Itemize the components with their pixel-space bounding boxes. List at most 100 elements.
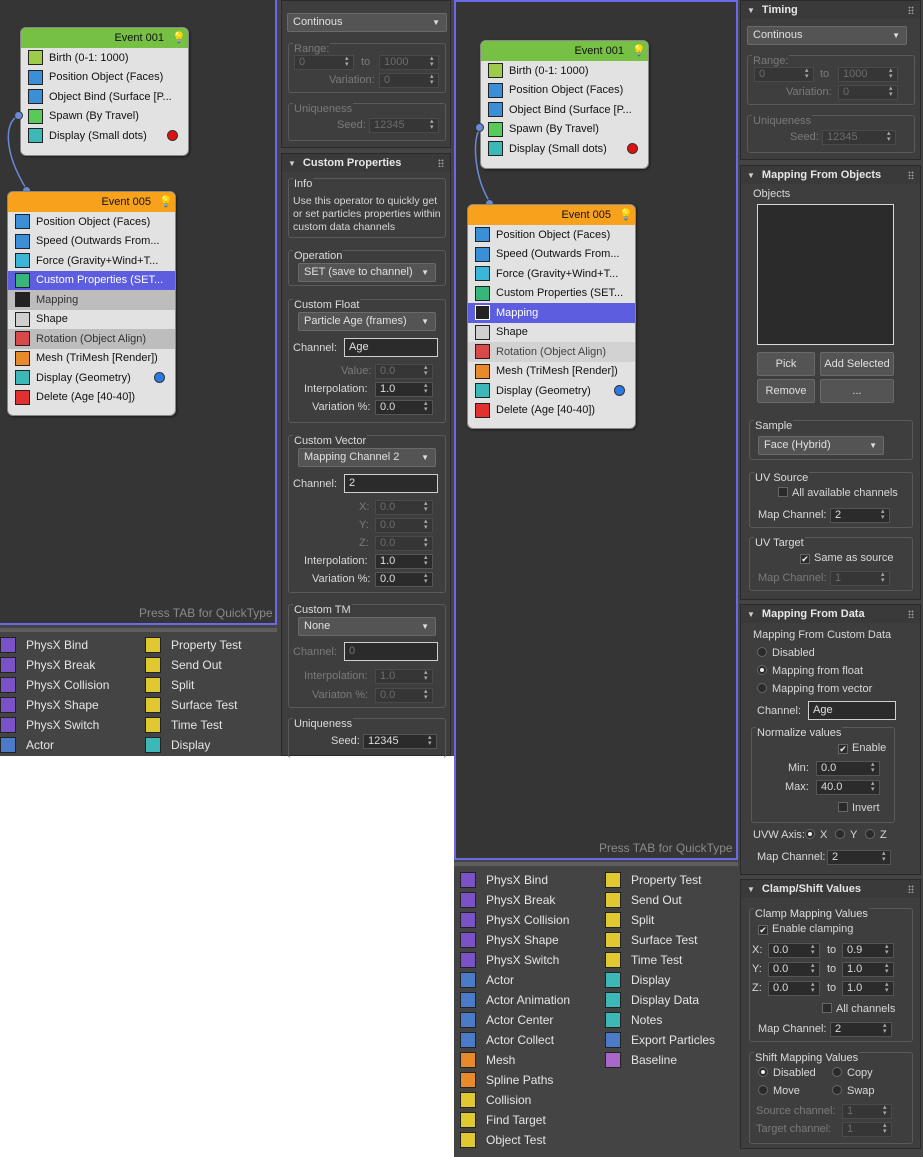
depot-item[interactable]: Notes xyxy=(605,1010,662,1030)
all-channels-clamp-checkbox[interactable]: All channels xyxy=(822,1003,895,1015)
depot-item[interactable]: Display xyxy=(145,735,210,755)
clamp-shift-header[interactable]: ▼ Clamp/Shift Values xyxy=(741,880,920,898)
operator-object-bind[interactable]: Object Bind (Surface [P... xyxy=(481,100,648,120)
radio-mapping-from-float[interactable]: Mapping from float xyxy=(757,665,863,677)
lightbulb-icon[interactable]: 💡 xyxy=(632,45,646,57)
mapping-from-objects-header[interactable]: ▼ Mapping From Objects xyxy=(741,166,920,184)
source-channel-spinner[interactable]: 1 xyxy=(842,1104,892,1119)
operator-position-object[interactable]: Position Object (Faces) xyxy=(481,81,648,101)
depot-item[interactable]: Actor xyxy=(0,735,54,755)
custom-properties-header[interactable]: ▼ Custom Properties xyxy=(282,154,450,172)
vector-y-spinner[interactable]: 0.0 xyxy=(375,518,433,533)
clamp-z-min-spinner[interactable]: 0.0 xyxy=(768,981,820,996)
vector-interpolation-spinner[interactable]: 1.0 xyxy=(375,554,433,569)
depot-item[interactable]: Actor Collect xyxy=(460,1030,554,1050)
add-selected-button[interactable]: Add Selected xyxy=(820,352,894,376)
float-value-spinner[interactable]: 0.0 xyxy=(375,364,433,379)
operator-mesh[interactable]: Mesh (TriMesh [Render]) xyxy=(468,362,635,382)
seed-spinner[interactable]: 12345 xyxy=(822,130,896,145)
depot-item[interactable]: Spline Paths xyxy=(460,1070,553,1090)
operator-force[interactable]: Force (Gravity+Wind+T... xyxy=(8,251,175,271)
sample-dropdown[interactable]: Face (Hybrid) xyxy=(758,436,884,455)
operator-display[interactable]: Display (Geometry) xyxy=(468,381,635,401)
clamp-y-max-spinner[interactable]: 1.0 xyxy=(842,962,894,977)
right-particle-view-canvas[interactable]: Event 001 💡 Birth (0-1: 1000) Position Ob… xyxy=(454,0,738,860)
event-001-node-right[interactable]: Event 001 💡 Birth (0-1: 1000) Position Ob… xyxy=(480,40,649,169)
event-005-node[interactable]: Event 005 💡 Position Object (Faces) Speed… xyxy=(7,191,176,416)
more-button[interactable]: ... xyxy=(820,379,894,403)
uvw-axis-y-radio[interactable]: Y xyxy=(835,829,857,841)
depot-item[interactable]: PhysX Break xyxy=(0,655,95,675)
event-001-output-socket[interactable] xyxy=(475,123,484,132)
event-005-header[interactable]: Event 005 💡 xyxy=(468,205,635,225)
vector-variation-spinner[interactable]: 0.0 xyxy=(375,572,433,587)
depot-item[interactable]: Property Test xyxy=(605,870,701,890)
clamp-x-min-spinner[interactable]: 0.0 xyxy=(768,943,820,958)
display-color-swatch[interactable] xyxy=(154,372,165,383)
tm-channel-field[interactable]: 0 xyxy=(344,642,438,661)
operator-object-bind[interactable]: Object Bind (Surface [P... xyxy=(21,87,188,107)
operation-dropdown[interactable]: SET (save to channel) xyxy=(298,263,436,282)
uvw-axis-z-radio[interactable]: Z xyxy=(865,829,887,841)
operator-display[interactable]: Display (Small dots) xyxy=(481,139,648,159)
operator-position-object[interactable]: Position Object (Faces) xyxy=(8,212,175,232)
depot-item[interactable]: Time Test xyxy=(605,950,682,970)
operator-display[interactable]: Display (Small dots) xyxy=(21,126,188,146)
tm-interpolation-spinner[interactable]: 1.0 xyxy=(375,669,433,684)
clamp-x-max-spinner[interactable]: 0.9 xyxy=(842,943,894,958)
all-channels-checkbox[interactable]: All available channels xyxy=(778,487,898,499)
operator-spawn[interactable]: Spawn (By Travel) xyxy=(481,120,648,140)
lightbulb-icon[interactable]: 💡 xyxy=(159,196,173,208)
depot-item[interactable]: Collision xyxy=(460,1090,531,1110)
event-001-output-socket[interactable] xyxy=(14,111,23,120)
depot-item[interactable]: Actor Animation xyxy=(460,990,570,1010)
timing-dropdown[interactable]: Continous xyxy=(287,13,447,32)
depot-item[interactable]: PhysX Bind xyxy=(460,870,548,890)
custom-vector-dropdown[interactable]: Mapping Channel 2 xyxy=(298,448,436,467)
depot-item[interactable]: Find Target xyxy=(460,1110,546,1130)
operator-custom-properties[interactable]: Custom Properties (SET... xyxy=(8,270,175,290)
depot-item[interactable]: Surface Test xyxy=(145,695,237,715)
event-001-header[interactable]: Event 001 💡 xyxy=(481,41,648,61)
shift-swap-radio[interactable]: Swap xyxy=(832,1085,875,1097)
timing-header[interactable]: ▼ Timing xyxy=(741,1,920,19)
mapping-from-data-header[interactable]: ▼ Mapping From Data xyxy=(741,605,920,623)
depot-item[interactable]: PhysX Shape xyxy=(460,930,559,950)
operator-mapping[interactable]: Mapping xyxy=(468,303,635,323)
uv-source-map-spinner[interactable]: 2 xyxy=(830,508,890,523)
normalize-enable-checkbox[interactable]: ✔ Enable xyxy=(838,742,886,754)
depot-item[interactable]: PhysX Collision xyxy=(0,675,109,695)
operator-speed[interactable]: Speed (Outwards From... xyxy=(8,232,175,252)
range-from-spinner[interactable]: 0 xyxy=(294,55,354,70)
operator-display[interactable]: Display (Geometry) xyxy=(8,368,175,388)
splitter[interactable] xyxy=(0,625,277,634)
range-to-spinner[interactable]: 1000 xyxy=(379,55,439,70)
target-channel-spinner[interactable]: 1 xyxy=(842,1122,892,1137)
clamp-map-channel-spinner[interactable]: 2 xyxy=(830,1022,892,1037)
depot-item[interactable]: PhysX Break xyxy=(460,890,555,910)
float-interpolation-spinner[interactable]: 1.0 xyxy=(375,382,433,397)
float-channel-field[interactable]: Age xyxy=(344,338,438,357)
normalize-max-spinner[interactable]: 40.0 xyxy=(816,780,880,795)
left-particle-view-canvas[interactable]: Event 001 💡 Birth (0-1: 1000) Position Ob… xyxy=(0,0,277,625)
operator-delete[interactable]: Delete (Age [40-40]) xyxy=(468,401,635,421)
operator-rotation[interactable]: Rotation (Object Align) xyxy=(8,329,175,349)
custom-tm-dropdown[interactable]: None xyxy=(298,617,436,636)
shift-disabled-radio[interactable]: Disabled xyxy=(758,1067,816,1079)
depot-item[interactable]: Send Out xyxy=(605,890,682,910)
depot-item[interactable]: Mesh xyxy=(460,1050,515,1070)
vector-x-spinner[interactable]: 0.0 xyxy=(375,500,433,515)
data-channel-field[interactable]: Age xyxy=(808,701,896,720)
tm-variation-spinner[interactable]: 0.0 xyxy=(375,688,433,703)
depot-item[interactable]: Surface Test xyxy=(605,930,697,950)
event-001-node[interactable]: Event 001 💡 Birth (0-1: 1000) Position Ob… xyxy=(20,27,189,156)
same-as-source-checkbox[interactable]: ✔ Same as source xyxy=(800,552,893,564)
operator-custom-properties[interactable]: Custom Properties (SET... xyxy=(468,284,635,304)
operator-delete[interactable]: Delete (Age [40-40]) xyxy=(8,388,175,408)
depot-item[interactable]: Send Out xyxy=(145,655,222,675)
operator-force[interactable]: Force (Gravity+Wind+T... xyxy=(468,264,635,284)
enable-clamping-checkbox[interactable]: ✔ Enable clamping xyxy=(758,923,853,935)
operator-birth[interactable]: Birth (0-1: 1000) xyxy=(481,61,648,81)
display-color-swatch[interactable] xyxy=(614,385,625,396)
shift-move-radio[interactable]: Move xyxy=(758,1085,800,1097)
